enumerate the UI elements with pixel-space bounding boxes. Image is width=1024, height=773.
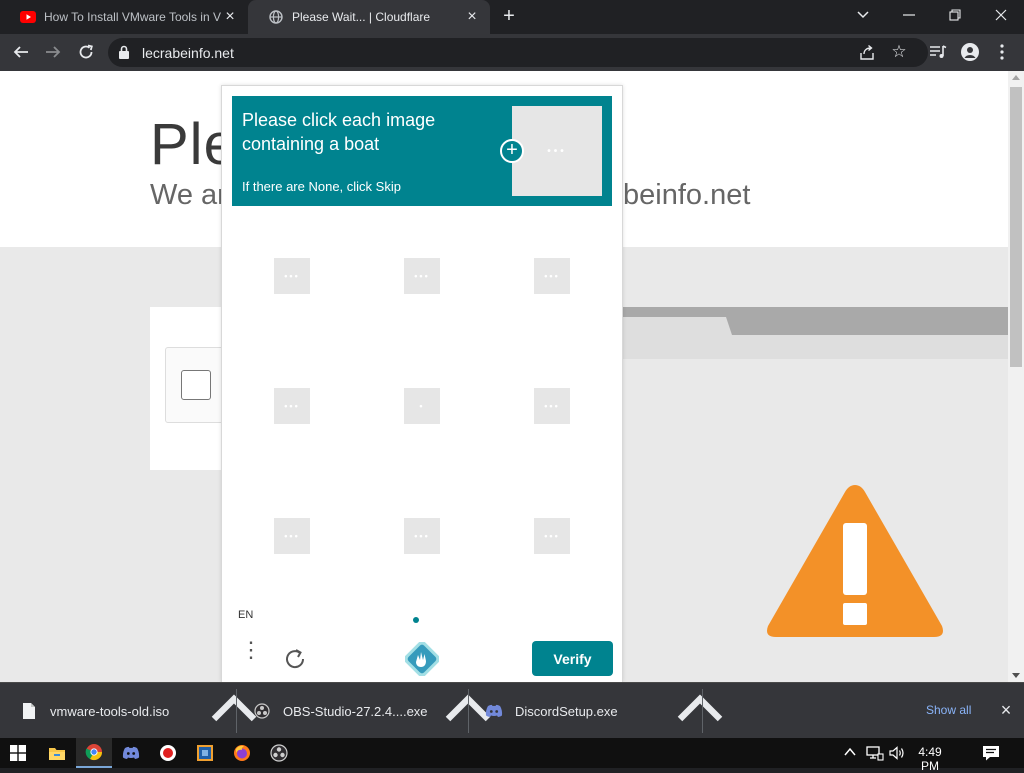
hcaptcha-challenge: Please click each image containing a boa… [221, 85, 623, 682]
volume-icon[interactable] [888, 745, 906, 761]
image-tile[interactable]: ••• [274, 388, 310, 424]
language-selector[interactable]: EN [238, 609, 253, 621]
close-window-button[interactable] [978, 0, 1024, 30]
human-checkbox[interactable] [181, 370, 211, 400]
tab-title: How To Install VMware Tools in V [44, 10, 221, 24]
close-icon[interactable]: × [222, 9, 238, 25]
tab-youtube[interactable]: How To Install VMware Tools in V × [0, 0, 248, 34]
download-filename: vmware-tools-old.iso [50, 703, 170, 719]
reload-button[interactable] [73, 39, 99, 65]
image-tile[interactable]: ••• [404, 518, 440, 554]
tab-search-icon[interactable] [840, 0, 886, 30]
divider [236, 689, 237, 733]
address-bar[interactable]: lecrabeinfo.net ☆ [108, 38, 928, 67]
media-control-icon[interactable] [928, 42, 948, 62]
downloads-bar: vmware-tools-old.iso OBS-Studio-27.2.4..… [0, 682, 1024, 738]
loading-dots: ••• [544, 531, 560, 541]
loading-dots: ••• [284, 271, 300, 281]
clock[interactable]: 4:49 PM [908, 745, 952, 773]
tab-title: Please Wait... | Cloudflare [292, 10, 431, 24]
page-subtitle-left: We ar [150, 179, 227, 211]
scroll-thumb[interactable] [1010, 87, 1022, 367]
loading-dots: ••• [414, 271, 430, 281]
virtualbox-icon[interactable] [187, 738, 223, 768]
chevron-up-icon[interactable] [672, 683, 728, 739]
verify-button[interactable]: Verify [532, 641, 613, 676]
discord-icon[interactable] [113, 738, 149, 768]
download-item[interactable]: DiscordSetup.exe [485, 683, 618, 739]
download-item[interactable]: OBS-Studio-27.2.4....exe [253, 683, 428, 739]
page-indicator [413, 617, 419, 623]
divider [702, 689, 703, 733]
discord-icon [485, 702, 503, 720]
page-subtitle-right: beinfo.net [623, 179, 751, 211]
prompt-subtitle: If there are None, click Skip [242, 179, 401, 194]
image-tile[interactable]: ••• [404, 258, 440, 294]
scroll-down-icon[interactable] [1012, 673, 1020, 678]
loading-dots: • [419, 401, 425, 411]
loading-dots: ••• [544, 401, 560, 411]
image-tile[interactable]: ••• [534, 258, 570, 294]
loading-dots: ••• [284, 531, 300, 541]
loading-dots: ••• [547, 145, 567, 157]
file-icon [20, 702, 38, 720]
globe-icon [268, 9, 284, 25]
loading-dots: ••• [544, 271, 560, 281]
new-tab-button[interactable]: + [498, 6, 520, 28]
obs-icon [253, 702, 271, 720]
restore-button[interactable] [932, 0, 978, 30]
network-icon[interactable] [866, 745, 884, 761]
back-button[interactable] [8, 39, 34, 65]
file-explorer-icon[interactable] [39, 738, 75, 768]
share-icon[interactable] [858, 44, 876, 62]
show-all-link[interactable]: Show all [926, 703, 971, 717]
image-tile[interactable]: ••• [274, 518, 310, 554]
lock-icon[interactable] [118, 45, 132, 59]
image-tile[interactable]: ••• [274, 258, 310, 294]
image-tile[interactable]: ••• [534, 388, 570, 424]
firefox-icon[interactable] [224, 738, 260, 768]
close-icon[interactable]: × [464, 9, 480, 25]
divider [468, 689, 469, 733]
progress-bar [622, 307, 1008, 335]
scroll-up-icon[interactable] [1012, 75, 1020, 80]
tab-cloudflare[interactable]: Please Wait... | Cloudflare × [248, 0, 490, 34]
minimize-button[interactable] [886, 0, 932, 30]
sample-image[interactable]: ••• [512, 106, 602, 196]
loading-dots: ••• [284, 401, 300, 411]
plus-icon[interactable]: + [500, 139, 524, 163]
warning-icon [767, 485, 943, 637]
prompt-title: Please click each image containing a boa… [242, 110, 436, 154]
notification-icon[interactable] [982, 745, 1000, 761]
menu-icon[interactable]: ⋮ [240, 639, 262, 672]
hcaptcha-logo-icon[interactable] [405, 642, 439, 676]
chevron-up-icon[interactable] [843, 745, 857, 761]
windows-taskbar: 4:49 PM [0, 738, 1024, 773]
profile-icon[interactable] [960, 42, 980, 62]
challenge-prompt: Please click each image containing a boa… [232, 96, 612, 206]
chrome-icon[interactable] [76, 738, 112, 768]
refresh-icon[interactable] [282, 646, 308, 672]
image-tile[interactable]: • [404, 388, 440, 424]
download-filename: OBS-Studio-27.2.4....exe [283, 703, 428, 719]
bookmark-star-icon[interactable]: ☆ [890, 43, 908, 61]
image-tile[interactable]: ••• [534, 518, 570, 554]
record-icon[interactable] [150, 738, 186, 768]
forward-button[interactable] [40, 39, 66, 65]
download-item[interactable]: vmware-tools-old.iso [20, 683, 169, 739]
close-icon[interactable]: × [997, 701, 1015, 719]
start-icon[interactable] [0, 738, 36, 768]
obs-icon[interactable] [261, 738, 297, 768]
browser-toolbar: lecrabeinfo.net ☆ [0, 34, 1024, 71]
more-menu-icon[interactable] [992, 42, 1012, 62]
loading-dots: ••• [414, 531, 430, 541]
download-filename: DiscordSetup.exe [515, 703, 618, 719]
tab-strip: How To Install VMware Tools in V × Pleas… [0, 0, 1024, 34]
youtube-icon [20, 9, 36, 25]
page-scrollbar[interactable] [1008, 71, 1024, 682]
url-text[interactable]: lecrabeinfo.net [142, 45, 234, 61]
